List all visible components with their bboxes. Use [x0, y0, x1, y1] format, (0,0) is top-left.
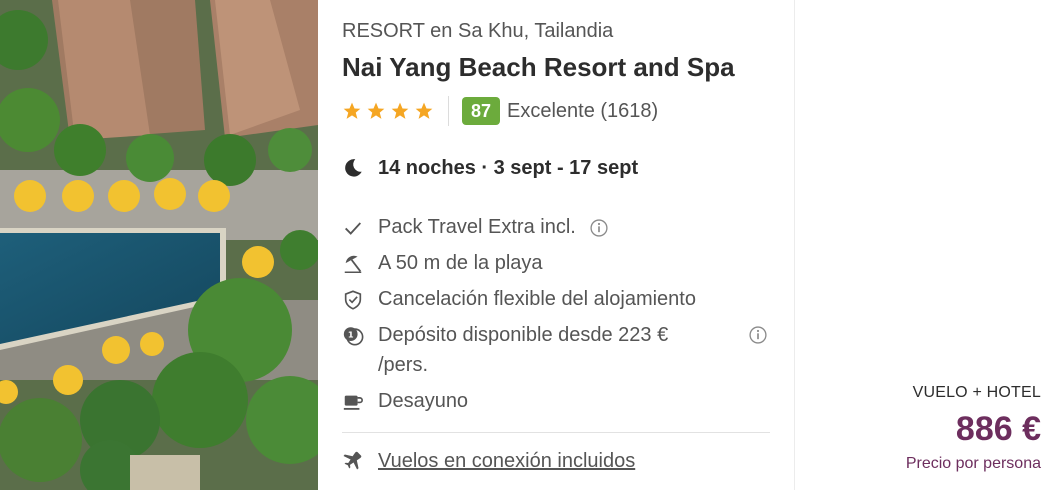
stay-summary: 14 noches · 3 sept - 17 sept [342, 154, 638, 182]
feature-flexible-cancellation: Cancelación flexible del alojamiento [342, 284, 772, 314]
star-icon [367, 102, 385, 119]
hotel-photo[interactable] [0, 0, 318, 490]
package-type-label: VUELO + HOTEL [912, 384, 1041, 401]
hotel-location: RESORT en Sa Khu, Tailandia [342, 20, 614, 42]
stay-dates: 14 noches · 3 sept - 17 sept [378, 156, 639, 179]
feature-label: Depósito disponible desde 223 € /pers. [378, 324, 669, 376]
feature-label: Desayuno [378, 390, 469, 412]
price-amount[interactable]: 886 € [956, 410, 1041, 449]
flights-row: Vuelos en conexión incluidos [342, 446, 635, 476]
check-icon [345, 222, 362, 235]
hotel-name[interactable]: Nai Yang Beach Resort and Spa [342, 52, 735, 83]
airplane-icon [343, 451, 362, 470]
connecting-flights-link[interactable]: Vuelos en conexión incluidos [378, 450, 635, 473]
star-rating [342, 101, 434, 121]
beach-umbrella-icon [344, 255, 362, 273]
section-divider [342, 432, 770, 433]
hotel-details: RESORT en Sa Khu, Tailandia Nai Yang Bea… [342, 0, 772, 490]
feature-label: Pack Travel Extra incl. [378, 216, 576, 238]
rating-row: 87 Excelente (1618) [342, 96, 658, 126]
price-panel[interactable]: VUELO + HOTEL 886 € Precio por persona [794, 0, 1058, 490]
star-icon [343, 102, 361, 119]
info-icon[interactable] [589, 218, 609, 238]
resort-aerial-image [0, 0, 318, 490]
feature-label: Cancelación flexible del alojamiento [378, 288, 696, 310]
star-icon [391, 102, 409, 119]
feature-breakfast: Desayuno [342, 386, 772, 416]
star-icon [415, 102, 433, 119]
shield-check-icon [344, 290, 362, 310]
features-list: Pack Travel Extra incl. A 50 m de la pla… [342, 212, 772, 422]
hotel-card[interactable]: RESORT en Sa Khu, Tailandia Nai Yang Bea… [0, 0, 1058, 490]
coffee-cup-icon [343, 395, 363, 410]
deposit-coin-icon: 1 [343, 327, 364, 346]
info-icon[interactable] [748, 325, 768, 345]
rating-label[interactable]: Excelente (1618) [507, 100, 658, 123]
moon-icon [345, 159, 362, 177]
score-badge: 87 [462, 97, 500, 125]
rating-divider [448, 96, 449, 126]
svg-text:1: 1 [348, 329, 354, 339]
feature-deposit: 1 Depósito disponible desde 223 € /pers. [342, 320, 772, 380]
price-note: Precio por persona [905, 455, 1041, 472]
feature-beach-distance: A 50 m de la playa [342, 248, 772, 278]
feature-travel-extra: Pack Travel Extra incl. [342, 212, 772, 242]
feature-label: A 50 m de la playa [378, 252, 543, 274]
